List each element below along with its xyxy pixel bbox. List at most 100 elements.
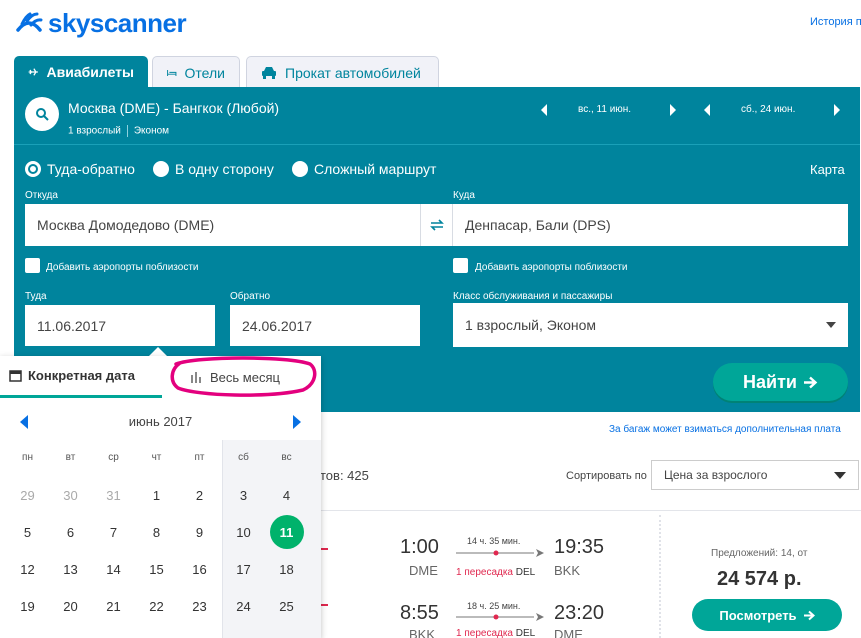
tab-specific-date[interactable]: Конкретная дата <box>0 356 162 398</box>
radio[interactable] <box>153 161 169 177</box>
summary-passengers: 1 взрослый <box>68 125 121 137</box>
day-number: 31 <box>106 487 121 503</box>
calendar-day[interactable]: 7 <box>92 514 135 550</box>
baggage-fee-link[interactable]: За багаж может взиматься дополнительная … <box>609 424 841 435</box>
next-month-icon[interactable] <box>293 414 301 429</box>
calendar-day[interactable]: 10 <box>222 514 265 550</box>
view-button-label: Посмотреть <box>719 607 797 623</box>
return-date-input[interactable]: 24.06.2017 <box>230 305 420 346</box>
swap-button[interactable] <box>420 204 453 246</box>
trip-type-round-trip[interactable]: Туда-обратно <box>25 161 135 177</box>
day-number: 13 <box>63 561 78 577</box>
calendar-day[interactable]: 18 <box>265 551 308 587</box>
day-number: 20 <box>63 598 78 614</box>
day-number: 11 <box>269 515 304 549</box>
day-number: 18 <box>279 561 294 577</box>
weekday-label: пт <box>194 452 205 463</box>
outbound-duration: 14 ч. 35 мин. <box>467 536 521 546</box>
day-number: 10 <box>236 524 251 540</box>
calendar-day[interactable]: 17 <box>222 551 265 587</box>
radio-selected[interactable] <box>25 161 41 177</box>
weekday-label: вс <box>281 452 292 463</box>
calendar-day[interactable]: 5 <box>6 514 49 550</box>
day-number: 3 <box>239 487 248 503</box>
cabin-class-select[interactable]: 1 взрослый, Эконом <box>453 303 848 347</box>
from-nearby-checkbox[interactable] <box>25 258 40 273</box>
calendar-day[interactable]: 2 <box>178 477 221 513</box>
view-deal-button[interactable]: Посмотреть <box>692 599 842 631</box>
day-number: 29 <box>20 487 35 503</box>
tab-car-hire[interactable]: Прокат автомобилей <box>246 56 439 88</box>
outbound-dep-time: 1:00 <box>400 536 439 558</box>
card-divider <box>659 515 661 638</box>
calendar-day[interactable]: 4 <box>265 477 308 513</box>
trip-type-one-way[interactable]: В одну сторону <box>153 161 274 177</box>
to-input[interactable]: Денпасар, Бали (DPS) <box>453 204 848 246</box>
calendar-day[interactable]: 20 <box>49 588 92 624</box>
calendar-day[interactable]: 6 <box>49 514 92 550</box>
next-depart-date-icon[interactable] <box>669 104 677 116</box>
find-button[interactable]: Найти <box>713 363 848 401</box>
calendar-day[interactable]: 14 <box>92 551 135 587</box>
day-number: 25 <box>279 598 294 614</box>
calendar-day[interactable]: 11 <box>265 514 308 550</box>
weekday-label: пн <box>22 452 33 463</box>
prev-month-icon[interactable] <box>20 414 28 429</box>
search-icon <box>36 108 49 121</box>
summary-return-date: сб., 24 июн. <box>741 104 796 115</box>
prev-depart-date-icon[interactable] <box>540 104 548 116</box>
calendar-day[interactable]: 21 <box>92 588 135 624</box>
day-number: 6 <box>66 524 75 540</box>
stops-via: DEL <box>515 628 536 638</box>
map-link[interactable]: Карта <box>810 162 845 177</box>
day-number: 17 <box>236 561 251 577</box>
calendar-day[interactable]: 24 <box>222 588 265 624</box>
inbound-dep-code: BKK <box>409 627 436 638</box>
radio[interactable] <box>292 161 308 177</box>
to-nearby-checkbox[interactable] <box>453 258 468 273</box>
calendar-day[interactable]: 12 <box>6 551 49 587</box>
outbound-dep-code: DME <box>409 563 438 578</box>
calendar-day[interactable]: 19 <box>6 588 49 624</box>
arrow-right-icon <box>803 610 815 620</box>
app-root: skyscanner История п Авиабилеты Отели Пр… <box>0 0 861 638</box>
history-link[interactable]: История п <box>810 16 861 28</box>
stops-count: 1 пересадка <box>456 628 513 638</box>
calendar-day[interactable]: 13 <box>49 551 92 587</box>
calendar-day: 29 <box>6 477 49 513</box>
calendar-day[interactable]: 25 <box>265 588 308 624</box>
weekday-label: ср <box>108 452 119 463</box>
calendar-day[interactable]: 22 <box>135 588 178 624</box>
calendar-day[interactable]: 3 <box>222 477 265 513</box>
tab-flights[interactable]: Авиабилеты <box>14 56 148 88</box>
day-number: 9 <box>195 524 204 540</box>
calendar-day[interactable]: 1 <box>135 477 178 513</box>
summary-depart-date: вс., 11 июн. <box>578 104 632 115</box>
depart-date-input[interactable]: 11.06.2017 <box>25 305 215 346</box>
tab-label: Прокат автомобилей <box>285 64 421 81</box>
next-return-date-icon[interactable] <box>833 104 841 116</box>
day-number: 2 <box>195 487 204 503</box>
day-number: 22 <box>149 598 164 614</box>
calendar-day[interactable]: 15 <box>135 551 178 587</box>
from-input[interactable]: Москва Домодедово (DME) <box>25 204 420 246</box>
calendar-day[interactable]: 16 <box>178 551 221 587</box>
sort-select[interactable]: Цена за взрослого <box>651 460 859 490</box>
calendar-day[interactable]: 23 <box>178 588 221 624</box>
depart-label: Туда <box>25 291 47 302</box>
skyscanner-logo[interactable]: skyscanner <box>14 8 187 38</box>
tab-hotels[interactable]: Отели <box>152 56 240 88</box>
offers-count: Предложений: 14, от <box>711 548 808 559</box>
month-navigation: июнь 2017 <box>0 414 321 429</box>
airline-logo <box>320 604 328 606</box>
day-number: 15 <box>149 561 164 577</box>
trip-type-multi-city[interactable]: Сложный маршрут <box>292 161 436 177</box>
summary-search-button[interactable] <box>25 97 59 131</box>
calendar-day[interactable]: 9 <box>178 514 221 550</box>
inbound-route-line <box>456 613 544 621</box>
prev-return-date-icon[interactable] <box>703 104 711 116</box>
calendar-day[interactable]: 8 <box>135 514 178 550</box>
day-number: 7 <box>109 524 118 540</box>
inbound-dep-time: 8:55 <box>400 602 439 624</box>
outbound-stops: 1 пересадка DEL <box>456 567 535 578</box>
